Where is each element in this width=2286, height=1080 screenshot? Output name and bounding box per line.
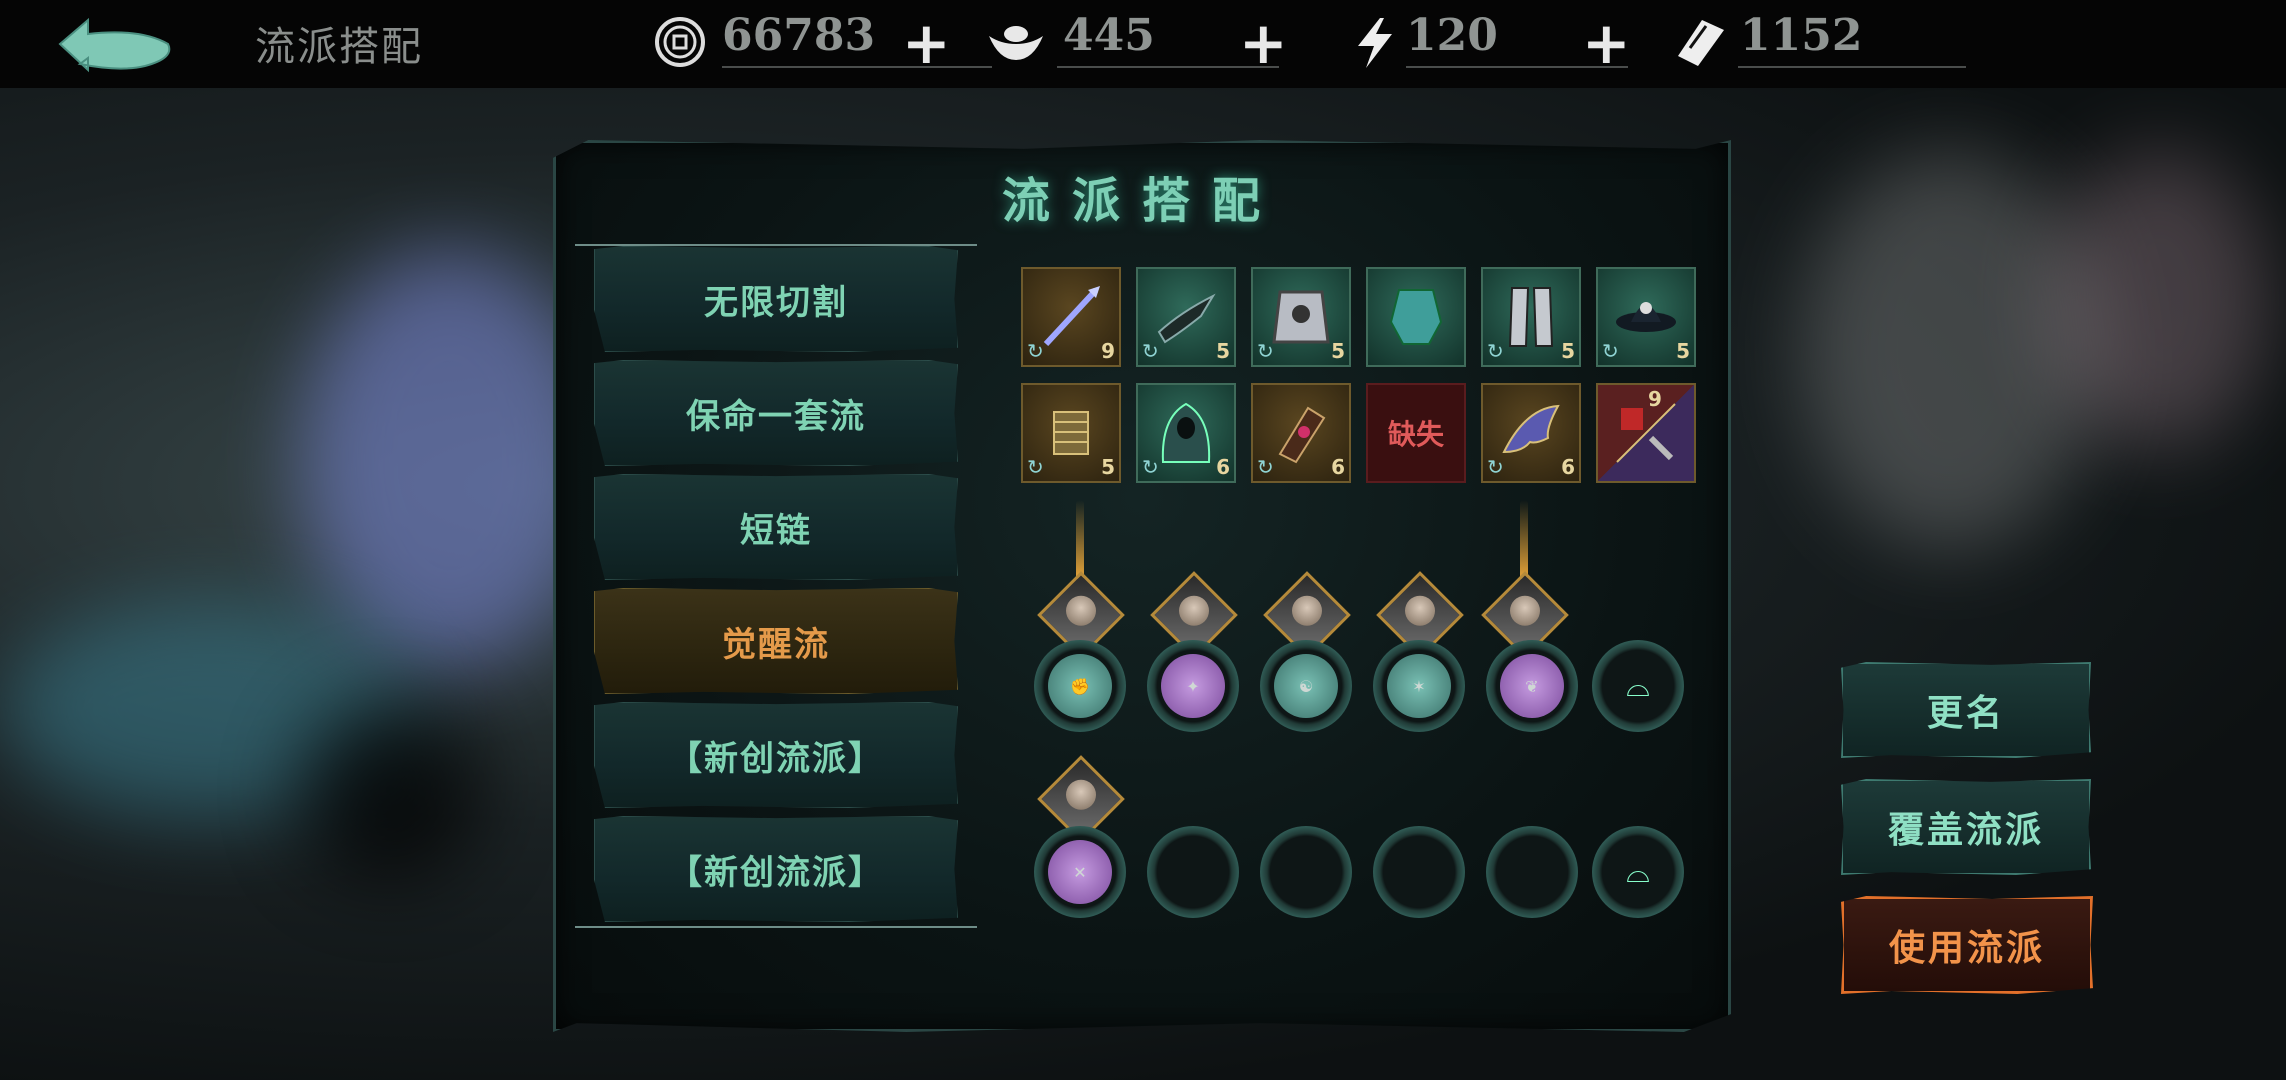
- coin-value: 66783: [722, 10, 876, 61]
- armor-icon: [1272, 290, 1330, 344]
- refresh-icon: ↻: [1487, 339, 1504, 363]
- refresh-icon: ↻: [1142, 455, 1159, 479]
- equipment-level: 5: [1331, 339, 1345, 363]
- top-bar: 流派搭配 66783 + 445 + 120 + 1152: [0, 0, 2286, 88]
- build-item-selected[interactable]: 觉醒流: [594, 588, 958, 694]
- refresh-icon: ↻: [1602, 339, 1619, 363]
- build-item[interactable]: 短链: [594, 474, 958, 580]
- bird-skill-icon: ❦: [1500, 654, 1564, 718]
- skill-slot[interactable]: ✕: [1034, 826, 1126, 918]
- build-item[interactable]: 无限切割: [594, 246, 958, 352]
- refresh-icon: ↻: [1257, 339, 1274, 363]
- equipment-level: 9: [1648, 387, 1662, 411]
- equipment-level: 5: [1101, 455, 1115, 479]
- strike-skill-icon: ✦: [1161, 654, 1225, 718]
- use-build-button[interactable]: 使用流派: [1841, 896, 2093, 994]
- coin-icon: [655, 17, 705, 67]
- missing-label: 缺失: [1387, 418, 1444, 451]
- mask-slot[interactable]: ⌓: [1592, 826, 1684, 918]
- build-item[interactable]: 保命一套流: [594, 360, 958, 466]
- refresh-icon: ↻: [1027, 339, 1044, 363]
- equipment-slot[interactable]: ↻ 5: [1251, 267, 1351, 367]
- refresh-icon: ↻: [1487, 455, 1504, 479]
- hood-icon: [1161, 402, 1211, 463]
- equipment-slot[interactable]: [1366, 267, 1466, 367]
- refresh-icon: ↻: [1257, 455, 1274, 479]
- overwrite-build-button[interactable]: 覆盖流派: [1841, 779, 2091, 875]
- hat-icon: [1616, 302, 1676, 332]
- skill-slot-empty[interactable]: [1486, 826, 1578, 918]
- mask-icon: ⌓: [1626, 668, 1650, 704]
- ticket-value: 1152: [1740, 10, 1863, 61]
- fist-skill-icon: ✊: [1048, 654, 1112, 718]
- skill-slot-empty[interactable]: [1260, 826, 1352, 918]
- add-coin-button[interactable]: +: [902, 14, 951, 72]
- skill-slot-empty[interactable]: [1373, 826, 1465, 918]
- energy-value: 120: [1406, 10, 1498, 61]
- kick-skill-icon: ✶: [1387, 654, 1451, 718]
- equipment-slot-missing[interactable]: 缺失: [1366, 383, 1466, 483]
- add-ingot-button[interactable]: +: [1239, 14, 1288, 72]
- equipment-level: 6: [1216, 455, 1230, 479]
- equipment-slot[interactable]: ↻ 5: [1481, 267, 1581, 367]
- skill-slot[interactable]: ✶: [1373, 640, 1465, 732]
- refresh-icon: ↻: [1027, 455, 1044, 479]
- skill-slot[interactable]: ✊: [1034, 640, 1126, 732]
- wing-icon: [1502, 404, 1560, 454]
- equipment-slot[interactable]: ↻ 6: [1481, 383, 1581, 483]
- chain-icon: [1053, 411, 1089, 455]
- equipment-level: 6: [1561, 455, 1575, 479]
- equipment-level: 6: [1331, 455, 1345, 479]
- equipment-level: 5: [1561, 339, 1575, 363]
- build-item[interactable]: 【新创流派】: [594, 816, 958, 922]
- blade-icon: [1157, 293, 1216, 344]
- skill-slot[interactable]: ☯: [1260, 640, 1352, 732]
- equipment-slot[interactable]: 9: [1596, 383, 1696, 483]
- panel-title: 流派搭配: [1001, 173, 1282, 229]
- list-top-divider: [575, 244, 977, 246]
- refresh-icon: ↻: [1142, 339, 1159, 363]
- equipment-slot[interactable]: ↻ 5: [1021, 383, 1121, 483]
- silver-ingot-icon: [989, 26, 1043, 60]
- robe-icon: [1389, 289, 1443, 345]
- equipment-slot[interactable]: ↻ 6: [1136, 383, 1236, 483]
- cross-skill-icon: ✕: [1048, 840, 1112, 904]
- equipment-slot[interactable]: ↻ 6: [1251, 383, 1351, 483]
- list-bottom-divider: [575, 926, 977, 928]
- spirit-skill-icon: ☯: [1274, 654, 1338, 718]
- coin-underline: [722, 66, 992, 68]
- glow-particles: [1076, 500, 1084, 580]
- equipment-slot[interactable]: ↻ 5: [1136, 267, 1236, 367]
- build-item[interactable]: 【新创流派】: [594, 702, 958, 808]
- skill-slot[interactable]: ❦: [1486, 640, 1578, 732]
- skill-slot[interactable]: ✦: [1147, 640, 1239, 732]
- leg-armor-icon: [1508, 287, 1554, 347]
- equipment-level: 5: [1676, 339, 1690, 363]
- bracer-icon: [1278, 406, 1326, 464]
- equipment-level: 9: [1101, 339, 1115, 363]
- mask-slot[interactable]: ⌓: [1592, 640, 1684, 732]
- back-arrow-icon[interactable]: [50, 14, 180, 76]
- add-energy-button[interactable]: +: [1582, 14, 1631, 72]
- ticket-icon: [1678, 20, 1724, 66]
- equipment-level: 5: [1216, 339, 1230, 363]
- ticket-underline: [1738, 66, 1966, 68]
- ingot-value: 445: [1063, 10, 1155, 61]
- rename-button[interactable]: 更名: [1841, 662, 2091, 758]
- dual-item-icon: [1616, 403, 1676, 463]
- mask-icon: ⌓: [1626, 854, 1650, 890]
- page-title: 流派搭配: [255, 24, 423, 70]
- spear-icon: [1043, 286, 1100, 347]
- equipment-slot[interactable]: ↻ 9: [1021, 267, 1121, 367]
- equipment-slot[interactable]: ↻ 5: [1596, 267, 1696, 367]
- glow-particles: [1520, 500, 1528, 580]
- lightning-icon: [1358, 18, 1392, 68]
- skill-slot-empty[interactable]: [1147, 826, 1239, 918]
